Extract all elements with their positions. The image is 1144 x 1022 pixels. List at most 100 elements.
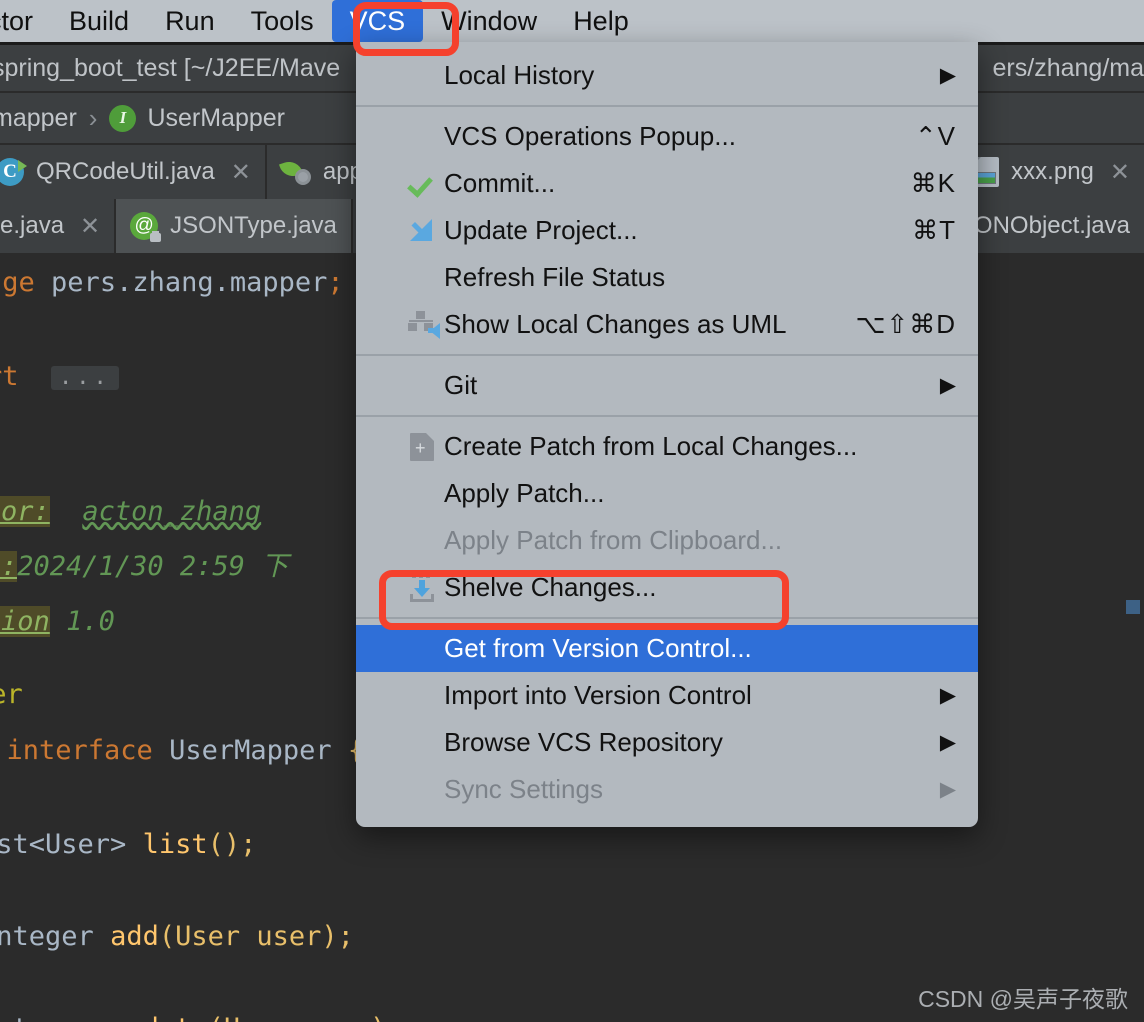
javadoc-author-tag: Author: — [0, 496, 50, 527]
code-line-javadoc-version: Version 1.0 — [0, 606, 115, 637]
menu-item-apply-patch[interactable]: Apply Patch... — [356, 470, 978, 517]
menu-item-label: Apply Patch... — [444, 478, 605, 508]
gutter-marker[interactable] — [1126, 600, 1140, 614]
menu-item-window[interactable]: Window — [423, 0, 555, 42]
menu-item-refresh-file-status[interactable]: Refresh File Status — [356, 254, 978, 301]
code-update-args: (User user); — [208, 1013, 403, 1022]
breadcrumb-class[interactable]: UserMapper — [147, 104, 285, 133]
close-icon[interactable]: ✕ — [231, 158, 251, 187]
submenu-arrow-icon: ▶ — [939, 778, 956, 801]
menu-item-shortcut: ⌘T — [912, 215, 956, 245]
menu-separator — [356, 354, 978, 356]
code-keyword-import: rt — [0, 361, 19, 392]
menu-item-tools[interactable]: Tools — [233, 0, 332, 42]
menu-item-show-local-changes-as-uml[interactable]: Show Local Changes as UML ⌥⇧⌘D — [356, 301, 978, 348]
menu-item-label: Shelve Changes... — [444, 572, 657, 602]
tab-label: QRCodeUtil.java — [36, 158, 215, 185]
menu-item-commit[interactable]: Commit... ⌘K — [356, 160, 978, 207]
code-list-args: (); — [207, 829, 257, 860]
code-type-usermapper: UserMapper — [169, 735, 332, 766]
menu-item-apply-patch-from-clipboard: Apply Patch from Clipboard... — [356, 517, 978, 564]
menu-item-label: Import into Version Control — [444, 680, 752, 710]
spring-config-icon — [278, 158, 311, 185]
tab-label: JSONType.java — [170, 212, 337, 239]
tab-label: xxx.png — [1011, 158, 1094, 185]
tab-e-java[interactable]: e.java ✕ — [0, 199, 117, 253]
menu-item-label: Show Local Changes as UML — [444, 309, 787, 339]
code-method-add: add — [110, 921, 159, 952]
submenu-arrow-icon: ▶ — [939, 731, 956, 754]
javadoc-version-value: 1.0 — [66, 606, 115, 637]
application-menu-bar[interactable]: ctor Build Run Tools VCS Window Help — [0, 0, 1144, 42]
code-method-list: list — [142, 829, 208, 860]
menu-item-help[interactable]: Help — [555, 0, 647, 42]
menu-item-shelve-changes[interactable]: Shelve Changes... — [356, 564, 978, 611]
menu-item-shortcut: ⌘K — [910, 168, 956, 198]
vcs-dropdown-menu[interactable]: Local History ▶ VCS Operations Popup... … — [356, 42, 978, 827]
code-keyword-interface: c interface — [6, 735, 153, 766]
project-title-right: ers/zhang/ma — [992, 54, 1144, 82]
menu-separator — [356, 105, 978, 107]
tab-label: e.java — [0, 212, 65, 239]
code-annotation-mapper: per — [0, 679, 23, 710]
menu-item-create-patch-from-local-changes[interactable]: Create Patch from Local Changes... — [356, 423, 978, 470]
menu-item-label: VCS Operations Popup... — [444, 121, 736, 151]
menu-item-shortcut: ⌃V — [914, 121, 956, 151]
code-method-update: update — [110, 1013, 208, 1022]
menu-item-build[interactable]: Build — [51, 0, 147, 42]
annotation-icon: @ — [130, 212, 162, 242]
menu-item-label: Create Patch from Local Changes... — [444, 431, 858, 461]
menu-item-git[interactable]: Git ▶ — [356, 362, 978, 409]
close-icon[interactable]: ✕ — [1110, 158, 1130, 187]
interface-icon: I — [109, 104, 137, 132]
javadoc-date-tag: Date: — [0, 551, 18, 582]
javadoc-version-tag: Version — [0, 606, 50, 637]
menu-item-get-from-version-control[interactable]: Get from Version Control... — [356, 625, 978, 672]
code-line-mapper-annotation: per — [0, 681, 23, 708]
code-line-import: rt ... — [0, 363, 119, 390]
menu-item-label: Commit... — [444, 168, 556, 198]
code-line-interface-decl: c interface UserMapper { — [0, 735, 365, 766]
chevron-right-icon: › — [88, 102, 98, 133]
menu-item-label: Local History — [444, 60, 595, 90]
code-type-integer-add: Integer — [0, 921, 94, 952]
menu-item-label: Update Project... — [444, 215, 638, 245]
javadoc-date-value: 2024/1/30 2:59 下 — [17, 551, 289, 582]
menu-item-browse-vcs-repository[interactable]: Browse VCS Repository ▶ — [356, 719, 978, 766]
csdn-watermark: CSDN @吴声子夜歌 — [918, 986, 1128, 1012]
code-type-integer-update: Integer — [0, 1013, 94, 1022]
tab-jsontype-java[interactable]: @ JSONType.java — [116, 199, 353, 253]
menu-item-import-into-version-control[interactable]: Import into Version Control ▶ — [356, 672, 978, 719]
code-type-list: ist<User> — [0, 829, 127, 860]
menu-bottom-padding — [356, 813, 978, 827]
tab-qrcodeutil-java[interactable]: C QRCodeUtil.java ✕ — [0, 145, 267, 199]
code-add-args: (User user); — [158, 921, 354, 952]
code-line-add-method: Integer add(User user); — [0, 923, 354, 950]
menu-item-run[interactable]: Run — [147, 0, 233, 42]
submenu-arrow-icon: ▶ — [939, 684, 956, 707]
patch-file-icon — [400, 432, 444, 461]
breadcrumb-package[interactable]: mapper — [0, 104, 77, 133]
menu-item-vcs[interactable]: VCS — [331, 0, 424, 42]
code-line-package: age pers.zhang.mapper; — [0, 269, 344, 296]
submenu-arrow-icon: ▶ — [939, 64, 956, 87]
menu-item-shortcut: ⌥⇧⌘D — [855, 309, 956, 339]
menu-item-ctor[interactable]: ctor — [0, 0, 51, 42]
code-fold-placeholder[interactable]: ... — [51, 365, 119, 390]
menu-item-vcs-operations-popup[interactable]: VCS Operations Popup... ⌃V — [356, 113, 978, 160]
code-line-update-method: Integer update(User user); — [0, 1015, 403, 1022]
menu-item-update-project[interactable]: Update Project... ⌘T — [356, 207, 978, 254]
code-line-javadoc-date: Date:2024/1/30 2:59 下 — [0, 551, 289, 582]
submenu-arrow-icon: ▶ — [939, 374, 956, 397]
menu-top-padding — [356, 42, 978, 52]
blue-down-left-arrow-icon — [400, 218, 444, 244]
menu-item-label: Refresh File Status — [444, 262, 666, 292]
menu-item-label: Sync Settings — [444, 774, 603, 804]
menu-separator — [356, 617, 978, 619]
tab-xxx-png[interactable]: xxx.png ✕ — [959, 145, 1144, 199]
shelve-icon — [400, 573, 444, 602]
menu-item-label: Git — [444, 370, 478, 400]
menu-item-local-history[interactable]: Local History ▶ — [356, 52, 978, 99]
menu-item-label: Apply Patch from Clipboard... — [444, 525, 783, 555]
close-icon[interactable]: ✕ — [80, 212, 100, 241]
